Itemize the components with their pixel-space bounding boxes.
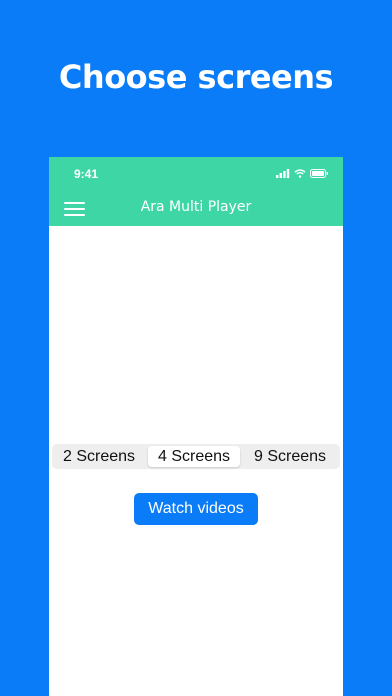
segment-9-screens[interactable]: 9 Screens <box>242 446 338 467</box>
status-bar: 9:41 <box>49 157 343 191</box>
status-time: 9:41 <box>74 167 99 181</box>
watch-videos-button[interactable]: Watch videos <box>134 493 258 525</box>
nav-title: Ara Multi Player <box>140 199 252 215</box>
phone-screen: 9:41 Ara Multi Player 2 Screens 4 Screen… <box>49 157 343 696</box>
promo-headline: Choose screens <box>58 58 334 96</box>
segment-2-screens[interactable]: 2 Screens <box>52 446 146 467</box>
screen-count-selector[interactable]: 2 Screens 4 Screens 9 Screens <box>52 444 340 469</box>
status-icons <box>276 169 329 178</box>
battery-icon <box>310 169 328 178</box>
signal-icon <box>276 169 290 178</box>
wifi-icon <box>294 169 306 178</box>
nav-bar: Ara Multi Player <box>49 191 343 226</box>
segment-4-screens[interactable]: 4 Screens <box>148 446 240 467</box>
